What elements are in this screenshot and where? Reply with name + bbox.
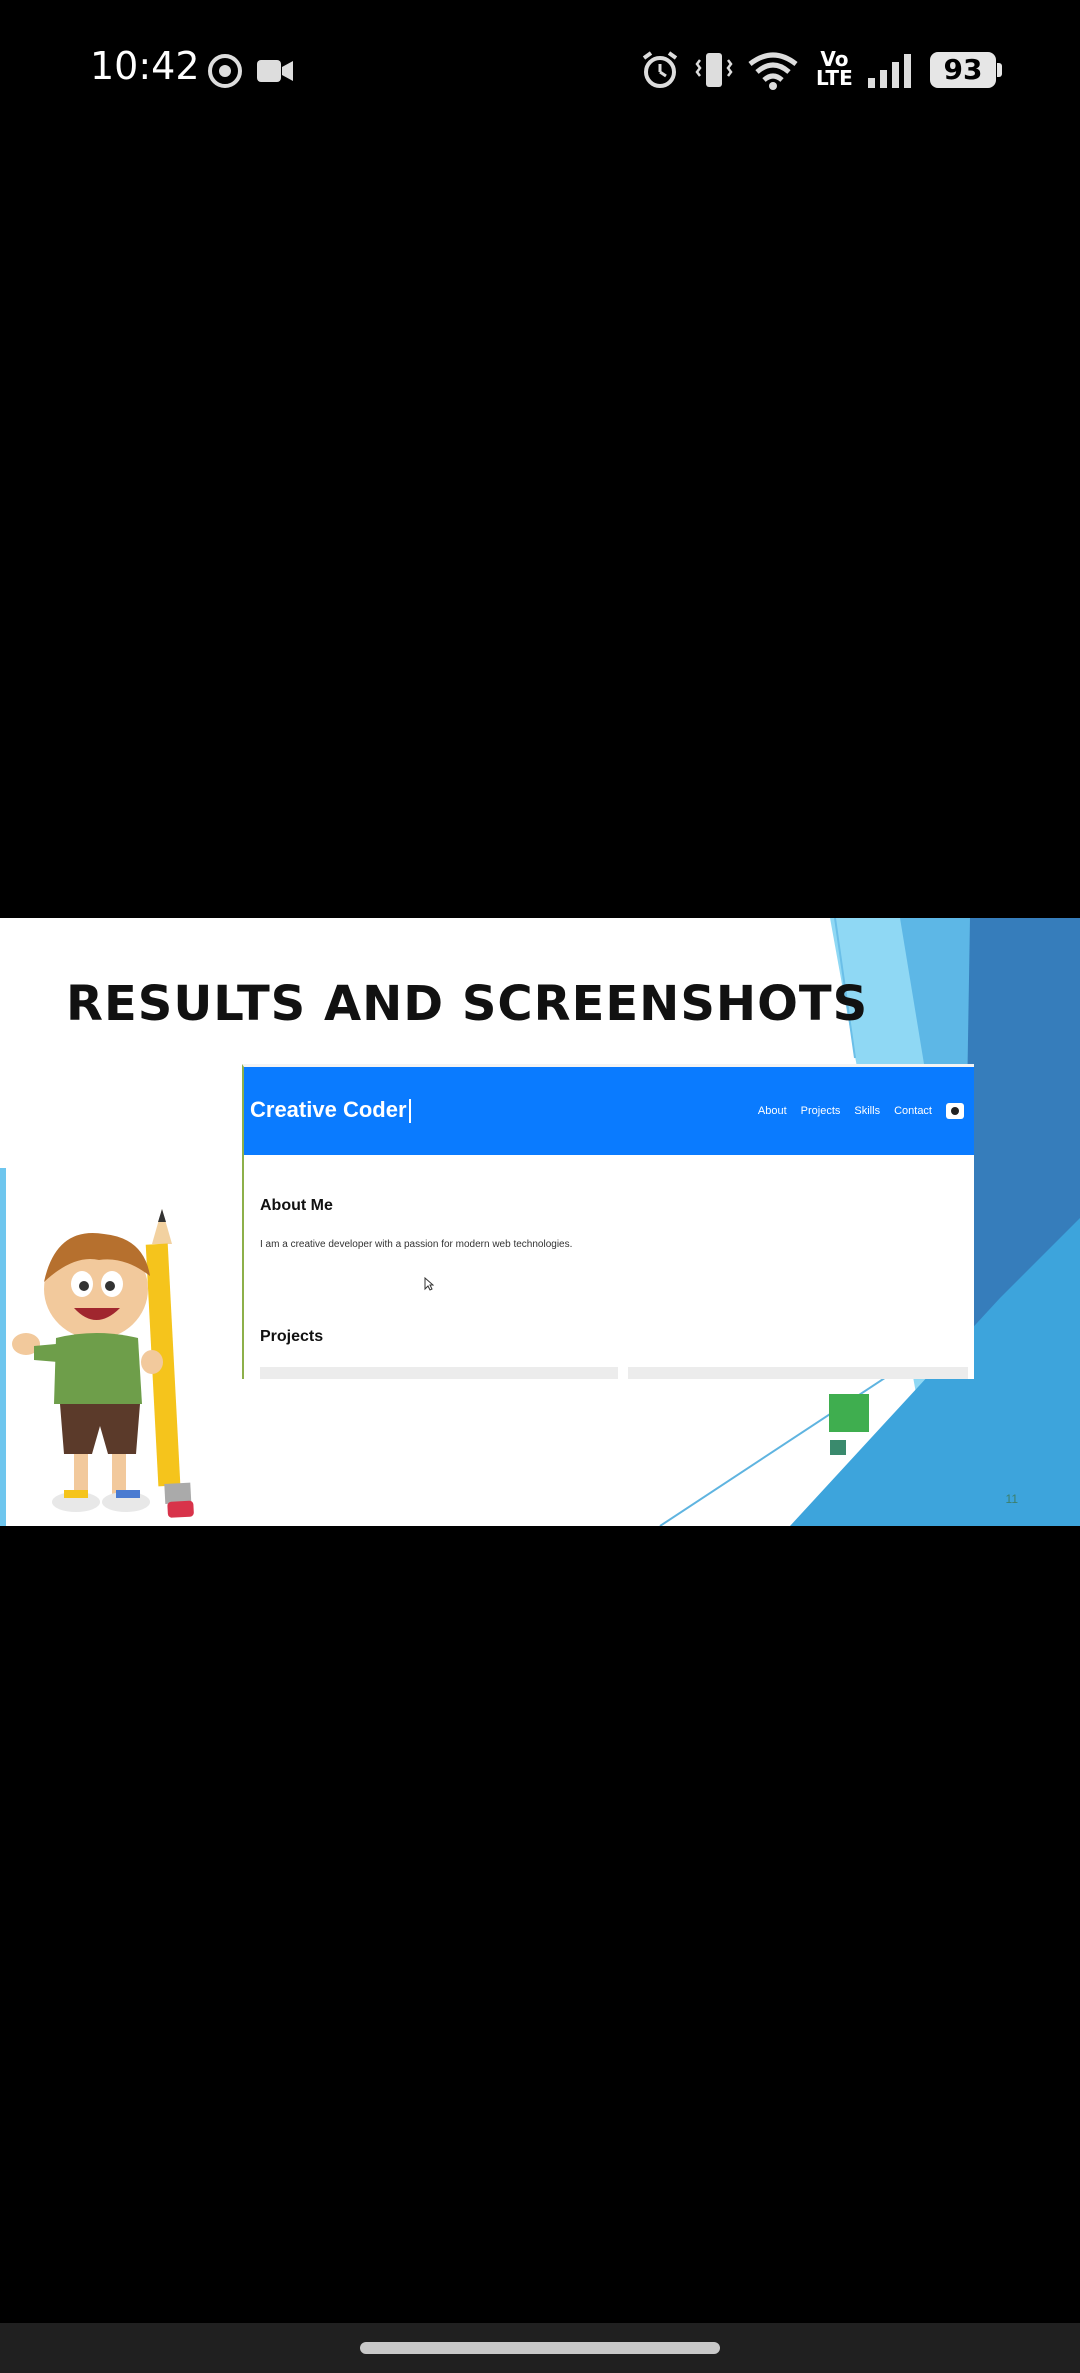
video-camera-icon: [257, 60, 293, 82]
nav-projects[interactable]: Projects: [801, 1105, 841, 1117]
site-brand: Creative Coder: [250, 1097, 411, 1124]
volte-icon: Vo LTE: [816, 47, 853, 90]
mouse-pointer-icon: [424, 1277, 434, 1291]
site-nav: About Projects Skills Contact: [758, 1103, 964, 1119]
text-cursor: [408, 1099, 411, 1124]
site-header: Creative Coder About Projects Skills Con…: [244, 1067, 974, 1155]
clock: 10:42: [90, 44, 200, 88]
status-bar: 10:42 Vo LTE 93: [0, 0, 1080, 145]
signal-icon: [868, 54, 911, 88]
alarm-icon: [642, 51, 678, 88]
presentation-slide: RESULTS AND SCREENSHOTS Creative Coder A…: [0, 918, 1080, 1526]
gesture-nav-bar: [0, 2323, 1080, 2373]
home-indicator[interactable]: [360, 2342, 720, 2354]
slide-number: 11: [1005, 1492, 1018, 1506]
accent-square-large: [829, 1394, 869, 1432]
about-heading: About Me: [260, 1197, 333, 1214]
vibrate-icon: [695, 53, 733, 87]
nav-about[interactable]: About: [758, 1105, 787, 1117]
project-card: [628, 1367, 968, 1379]
nav-contact[interactable]: Contact: [894, 1105, 932, 1117]
accent-square-small: [830, 1440, 846, 1455]
theme-toggle-icon[interactable]: [946, 1103, 964, 1119]
projects-heading: Projects: [260, 1328, 324, 1345]
cartoon-boy-with-pencil: [12, 1209, 194, 1518]
nav-skills[interactable]: Skills: [854, 1105, 880, 1117]
project-card: [260, 1367, 618, 1379]
about-text: I am a creative developer with a passion…: [260, 1239, 573, 1250]
brand-text: Creative Coder: [250, 1097, 407, 1122]
slide-title: RESULTS AND SCREENSHOTS: [66, 976, 869, 1032]
chrome-icon: [208, 54, 242, 88]
website-screenshot: Creative Coder About Projects Skills Con…: [242, 1064, 974, 1379]
battery-icon: 93: [930, 52, 1002, 88]
wifi-icon: [748, 52, 798, 90]
